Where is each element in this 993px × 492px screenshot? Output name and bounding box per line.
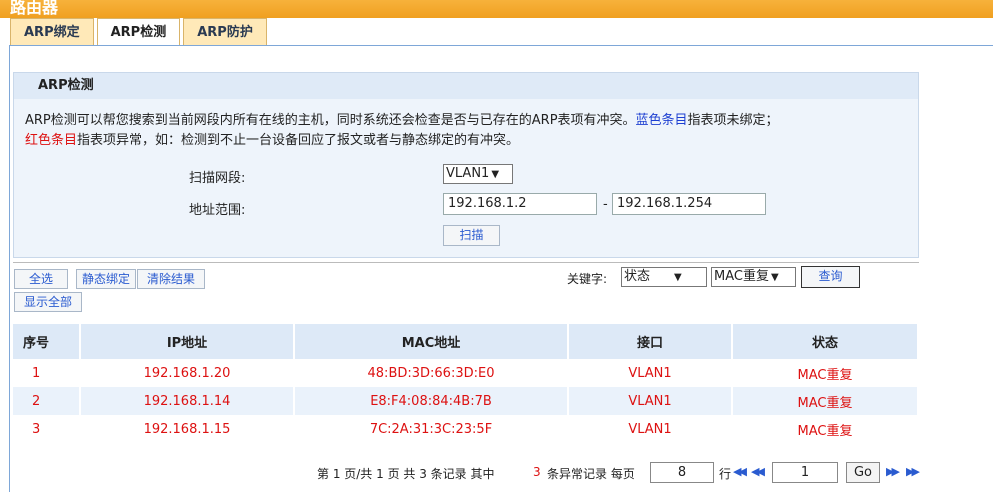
- app-header-bar: 路由器: [0, 0, 993, 18]
- app-brand: 路由器: [10, 0, 59, 17]
- tab-arp-detection[interactable]: ARP检测: [96, 18, 181, 45]
- keyword-field-value: 状态: [624, 269, 651, 284]
- range-separator: -: [603, 197, 608, 212]
- first-page-icon[interactable]: ◀◀: [733, 465, 747, 478]
- cell-status: MAC重复: [732, 359, 919, 387]
- table-header-row: 序号 IP地址 MAC地址 接口 状态: [13, 324, 919, 359]
- cell-ip: 192.168.1.14: [80, 387, 295, 415]
- cell-interface: VLAN1: [568, 415, 733, 443]
- cell-interface: VLAN1: [568, 359, 733, 387]
- last-page-icon[interactable]: ▶▶: [906, 465, 920, 478]
- desc-red-term: 红色条目: [25, 133, 78, 148]
- panel-title: ARP检测: [14, 73, 918, 99]
- per-page-input[interactable]: 8: [650, 462, 714, 483]
- arp-result-table: 序号 IP地址 MAC地址 接口 状态 1 192.168.1.20 48:BD…: [13, 324, 919, 443]
- next-page-icon[interactable]: ▶▶: [886, 465, 900, 478]
- keyword-label: 关键字:: [567, 272, 608, 286]
- tab-bar: ARP绑定 ARP检测 ARP防护: [10, 18, 270, 45]
- cell-status: MAC重复: [732, 387, 919, 415]
- chevron-down-icon: ▼: [491, 169, 500, 180]
- cell-status: MAC重复: [732, 415, 919, 443]
- column-header-index: 序号: [13, 324, 81, 359]
- pager-summary-prefix: 第 1 页/共 1 页 共 3 条记录 其中: [317, 467, 495, 481]
- table-row[interactable]: 2 192.168.1.14 E8:F4:08:84:4B:7B VLAN1 M…: [13, 387, 919, 415]
- cell-mac: 48:BD:3D:66:3D:E0: [294, 359, 569, 387]
- pager-abnormal-count: 3: [533, 465, 541, 479]
- query-button[interactable]: 查询: [801, 266, 860, 288]
- static-bind-button[interactable]: 静态绑定: [76, 269, 136, 289]
- column-header-status: 状态: [732, 324, 919, 359]
- cell-interface: VLAN1: [568, 387, 733, 415]
- chevron-down-icon: ▼: [770, 272, 779, 283]
- cell-mac: 7C:2A:31:3C:23:5F: [294, 415, 569, 443]
- cell-index: 2: [13, 387, 81, 415]
- column-header-interface: 接口: [568, 324, 733, 359]
- page-number-input[interactable]: 1: [772, 462, 838, 483]
- pager-summary-suffix: 条异常记录 每页: [547, 467, 635, 481]
- desc-red-tail: 指表项异常，如：检测到不止一台设备回应了报文或者与静态绑定的有冲突。: [77, 133, 520, 148]
- cell-ip: 192.168.1.20: [80, 359, 295, 387]
- range-end-input[interactable]: 192.168.1.254: [612, 193, 766, 215]
- clear-results-button[interactable]: 清除结果: [137, 269, 205, 289]
- go-button[interactable]: Go: [846, 462, 880, 483]
- range-start-input[interactable]: 192.168.1.2: [443, 193, 597, 215]
- cell-index: 1: [13, 359, 81, 387]
- prev-page-icon[interactable]: ◀◀: [751, 465, 765, 478]
- chevron-down-icon: ▼: [674, 272, 682, 283]
- scan-segment-select[interactable]: VLAN1 ▼: [443, 164, 513, 184]
- column-header-ip: IP地址: [80, 324, 295, 359]
- content-border: [9, 45, 10, 492]
- tab-divider: [9, 45, 993, 46]
- scan-button[interactable]: 扫描: [443, 225, 500, 246]
- scan-segment-label: 扫描网段:: [189, 171, 246, 186]
- range-label: 地址范围:: [189, 203, 246, 218]
- cell-mac: E8:F4:08:84:4B:7B: [294, 387, 569, 415]
- keyword-value-select[interactable]: MAC重复 ▼: [711, 267, 796, 287]
- panel-description: ARP检测可以帮您搜索到当前网段内所有在线的主机，同时系统还会检查是否与已存在的…: [25, 111, 915, 151]
- tab-arp-binding[interactable]: ARP绑定: [10, 18, 94, 45]
- tab-arp-protection[interactable]: ARP防护: [183, 18, 267, 45]
- scan-segment-value: VLAN1: [446, 166, 490, 181]
- column-header-mac: MAC地址: [294, 324, 569, 359]
- select-all-button[interactable]: 全选: [14, 269, 68, 289]
- keyword-value-text: MAC重复: [714, 269, 769, 284]
- desc-main: ARP检测可以帮您搜索到当前网段内所有在线的主机，同时系统还会检查是否与已存在的…: [25, 113, 636, 128]
- cell-ip: 192.168.1.15: [80, 415, 295, 443]
- table-row[interactable]: 1 192.168.1.20 48:BD:3D:66:3D:E0 VLAN1 M…: [13, 359, 919, 387]
- desc-blue-term: 蓝色条目: [635, 113, 688, 128]
- table-row[interactable]: 3 192.168.1.15 7C:2A:31:3C:23:5F VLAN1 M…: [13, 415, 919, 443]
- rows-label: 行: [719, 467, 732, 481]
- show-all-button[interactable]: 显示全部: [14, 292, 82, 312]
- keyword-field-select[interactable]: 状态 ▼: [621, 267, 707, 287]
- cell-index: 3: [13, 415, 81, 443]
- toolbar-divider: [13, 262, 919, 263]
- desc-blue-tail: 指表项未绑定；: [687, 113, 779, 128]
